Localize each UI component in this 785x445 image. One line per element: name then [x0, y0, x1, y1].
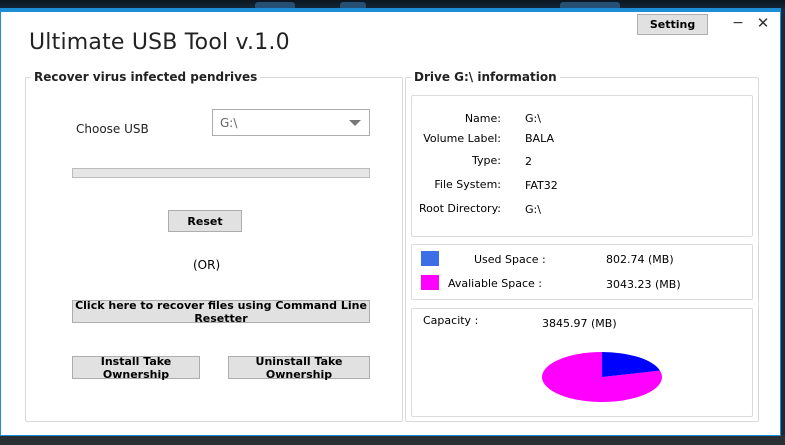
- drive-info-group-title: Drive G:\ information: [414, 70, 557, 84]
- name-value: G:\: [525, 112, 541, 125]
- available-space-value: 3043.23 (MB): [606, 278, 681, 291]
- setting-button[interactable]: Setting: [637, 14, 708, 35]
- file-system-value: FAT32: [525, 179, 558, 192]
- capacity-value: 3845.97 (MB): [542, 317, 617, 330]
- recover-group-title: Recover virus infected pendrives: [34, 70, 258, 84]
- used-space-value: 802.74 (MB): [606, 253, 674, 266]
- minimize-icon[interactable]: −: [725, 12, 751, 34]
- volume-label-label: Volume Label:: [423, 132, 501, 145]
- capacity-pie-chart: [542, 352, 662, 402]
- capacity-label: Capacity :: [423, 314, 479, 327]
- install-take-ownership-button[interactable]: Install Take Ownership: [72, 355, 200, 381]
- command-line-resetter-button[interactable]: Click here to recover files using Comman…: [72, 299, 370, 325]
- uninstall-take-ownership-button[interactable]: Uninstall Take Ownership: [228, 355, 370, 381]
- available-space-swatch: [421, 275, 439, 290]
- root-directory-label: Root Directory:: [418, 202, 501, 215]
- usb-select-value: G:\: [220, 116, 238, 130]
- name-label: Name:: [464, 112, 501, 125]
- type-label: Type:: [472, 154, 501, 167]
- recover-progress-bar: [72, 168, 370, 178]
- file-system-label: File System:: [434, 178, 501, 191]
- taskbar: [0, 435, 785, 445]
- used-space-label: Used Space :: [474, 253, 546, 266]
- reset-button[interactable]: Reset: [168, 210, 242, 232]
- used-space-swatch: [421, 251, 439, 266]
- choose-usb-label: Choose USB: [76, 122, 149, 136]
- chevron-down-icon: [349, 120, 361, 126]
- or-label: (OR): [193, 258, 221, 272]
- usb-select[interactable]: G:\: [212, 109, 370, 136]
- main-window: Ultimate USB Tool v.1.0 Setting − ✕ Reco…: [0, 8, 781, 436]
- volume-label-value: BALA: [525, 132, 554, 145]
- space-panel: Used Space : 802.74 (MB) Avaliable Space…: [411, 244, 753, 300]
- drive-details-panel: Name: G:\ Volume Label: BALA Type: 2 Fil…: [411, 95, 753, 237]
- type-value: 2: [525, 155, 532, 168]
- available-space-label: Avaliable Space :: [448, 277, 543, 290]
- root-directory-value: G:\: [525, 203, 541, 216]
- window-title: Ultimate USB Tool v.1.0: [29, 30, 290, 55]
- close-icon[interactable]: ✕: [750, 12, 776, 34]
